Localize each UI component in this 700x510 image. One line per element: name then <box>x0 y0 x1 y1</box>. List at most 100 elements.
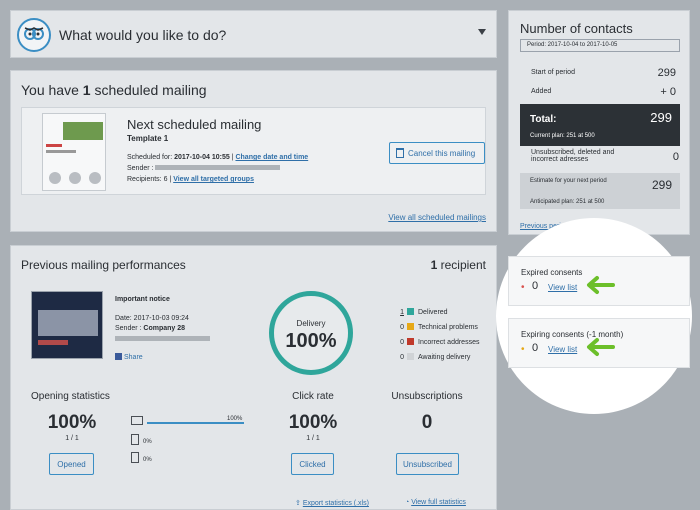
legend-count: 0 <box>400 324 404 331</box>
anticipated-plan: Anticipated plan: 251 at 500 <box>530 199 605 205</box>
period-box: Period: 2017-10-04 to 2017-10-05 <box>520 39 680 52</box>
start-label: Start of period <box>531 69 575 76</box>
mailing-thumbnail[interactable] <box>31 291 103 359</box>
owl-logo-icon <box>17 18 51 52</box>
expiring-dot-icon: • <box>521 344 525 355</box>
legend-label: Awaiting delivery <box>418 354 471 361</box>
current-plan: Current plan: 251 at 500 <box>530 133 595 139</box>
scheduled-heading-suffix: scheduled mailing <box>90 82 207 98</box>
mailing-subject: Important notice <box>115 296 170 303</box>
opening-stats-title: Opening statistics <box>31 391 110 402</box>
added-label: Added <box>531 88 552 95</box>
previous-mailing-panel: Previous mailing performances 1 recipien… <box>10 245 497 510</box>
opened-button[interactable]: Opened <box>49 453 94 475</box>
legend-label: Delivered <box>418 309 448 316</box>
expired-view-list-link[interactable]: View list <box>548 283 577 292</box>
total-value: 299 <box>650 110 672 125</box>
delivery-label: Delivery <box>296 319 326 328</box>
template-name: Template 1 <box>127 134 169 143</box>
expired-dot-icon: • <box>521 282 525 293</box>
legend-label: Incorrect addresses <box>418 339 480 346</box>
contacts-title: Number of contacts <box>520 21 633 36</box>
desktop-icon <box>131 416 143 425</box>
desktop-row <box>131 416 147 425</box>
unsubscribed-value: 0 <box>672 151 679 163</box>
desktop-open-bar <box>147 422 244 424</box>
recipient-label: recipient <box>437 258 486 272</box>
full-stats-link[interactable]: ◔ View full statistics <box>405 499 466 506</box>
facebook-share-link[interactable]: Share <box>115 353 143 361</box>
facebook-icon <box>115 353 122 360</box>
blurred-email <box>115 336 210 343</box>
delivery-value: 100% <box>285 330 337 352</box>
mobile-rate: 0% <box>143 439 152 445</box>
expired-consents-card: Expired consents • 0 View list <box>508 256 690 306</box>
view-all-scheduled-link[interactable]: View all scheduled mailings <box>388 213 486 222</box>
mailing-sender: Sender : Company 28 <box>115 325 185 332</box>
export-label: Export statistics (.xls) <box>302 500 369 507</box>
sender-label: Sender : <box>115 325 144 332</box>
arrow-left-icon <box>587 276 615 294</box>
expiring-consents-count: 0 <box>532 342 539 354</box>
scheduled-mailing-panel: You have 1 scheduled mailing Next schedu… <box>10 70 497 232</box>
click-rate-title: Click rate <box>292 391 334 402</box>
next-mailing-title: Next scheduled mailing <box>127 117 262 132</box>
scheduled-heading: You have 1 scheduled mailing <box>21 82 207 98</box>
mailing-date: Date: 2017-10-03 09:24 <box>115 315 189 322</box>
mobile-row: 0% <box>131 434 152 445</box>
blurred-sender <box>155 165 281 170</box>
sender-label: Sender : <box>127 165 156 172</box>
previous-heading: Previous mailing performances <box>21 258 186 272</box>
opening-rate: 100% <box>47 412 97 433</box>
legend-count: 0 <box>400 339 404 346</box>
sender-value: Company 28 <box>143 325 186 332</box>
chevron-down-icon[interactable] <box>478 29 486 35</box>
legend-row: 0 Technical problems <box>396 323 478 331</box>
total-box: Total: 299 Current plan: 251 at 500 <box>520 104 680 146</box>
recipients-line: Recipients: 6 | View all targeted groups <box>127 176 254 183</box>
scheduled-label: Scheduled for: <box>127 154 175 161</box>
full-stats-label: View full statistics <box>411 499 466 506</box>
cancel-label: Cancel this mailing <box>408 148 476 158</box>
cancel-mailing-button[interactable]: Cancel this mailing <box>389 142 485 164</box>
spotlight-highlight <box>496 218 692 414</box>
trash-icon <box>396 148 404 158</box>
scheduled-date-line: Scheduled for: 2017-10-04 10:55 | Change… <box>127 154 308 161</box>
opening-ratio: 1 / 1 <box>65 435 79 442</box>
legend-count: 1 <box>400 309 404 316</box>
unsubscriptions-value: 0 <box>421 412 433 433</box>
expiring-consents-card: Expiring consents (-1 month) • 0 View li… <box>508 318 690 368</box>
start-of-period-row: Start of period 299 <box>531 67 676 79</box>
unsubscribed-label: Unsubscribed, deleted and incorrect adre… <box>531 149 615 163</box>
expiring-view-list-link[interactable]: View list <box>548 345 577 354</box>
sender-line: Sender : <box>127 165 281 172</box>
tablet-rate: 0% <box>143 457 152 463</box>
recipients-label: Recipients: 6 <box>127 176 168 183</box>
contacts-panel: Number of contacts Period: 2017-10-04 to… <box>508 10 690 235</box>
scheduled-count: 1 <box>82 82 91 98</box>
estimate-label: Estimate for your next period <box>530 178 607 184</box>
scheduled-value: 2017-10-04 10:55 <box>174 154 230 161</box>
share-label: Share <box>124 354 143 361</box>
unsubscriptions-title: Unsubscriptions <box>391 391 463 402</box>
view-targeted-groups-link[interactable]: View all targeted groups <box>173 176 254 183</box>
total-label: Total: <box>530 114 557 125</box>
clicked-button[interactable]: Clicked <box>291 453 334 475</box>
unsubscribed-button[interactable]: Unsubscribed <box>396 453 459 475</box>
legend-swatch <box>407 338 414 345</box>
action-bar[interactable]: What would you like to do? <box>10 10 497 58</box>
export-stats-link[interactable]: ⇪ Export statistics (.xls) <box>295 499 369 507</box>
expired-consents-count: 0 <box>532 280 539 292</box>
estimate-box: Estimate for your next period 299 Antici… <box>520 173 680 209</box>
arrow-left-icon <box>587 338 615 356</box>
change-date-link[interactable]: Change date and time <box>235 154 308 161</box>
click-ratio: 1 / 1 <box>306 435 320 442</box>
legend-row: 0 Awaiting delivery <box>396 353 470 361</box>
click-rate-value: 100% <box>288 412 338 433</box>
action-question: What would you like to do? <box>59 27 227 43</box>
mobile-icon <box>131 434 139 445</box>
legend-row: 1 Delivered <box>396 308 448 316</box>
scheduled-mailing-card: Next scheduled mailing Template 1 Schedu… <box>21 107 486 195</box>
legend-swatch <box>407 323 414 330</box>
delivery-ring: Delivery 100% <box>269 291 353 375</box>
